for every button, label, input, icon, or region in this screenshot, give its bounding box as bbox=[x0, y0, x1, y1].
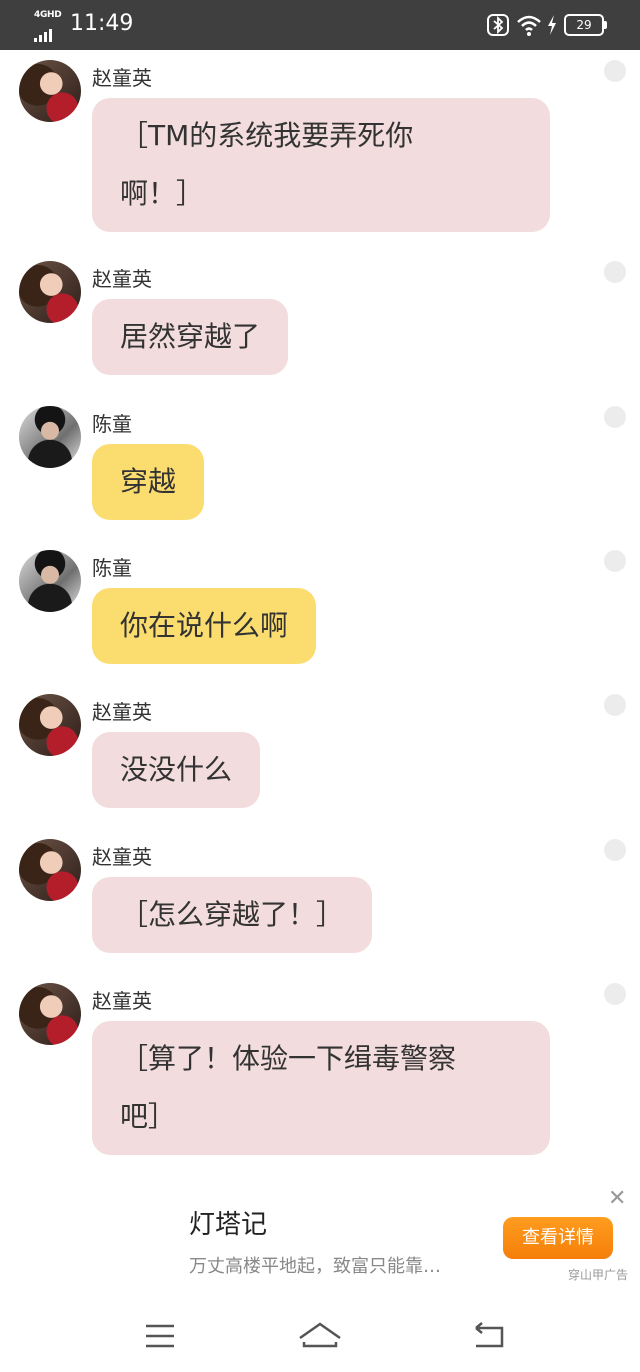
wifi-icon bbox=[516, 13, 541, 37]
ad-details-button[interactable]: 查看详情 bbox=[503, 1217, 613, 1259]
avatar[interactable] bbox=[19, 406, 81, 468]
close-icon[interactable]: ✕ bbox=[608, 1186, 626, 1211]
sender-name: 赵童英 bbox=[92, 66, 152, 90]
avatar[interactable] bbox=[19, 60, 81, 122]
status-time: 11:49 bbox=[70, 11, 134, 36]
avatar[interactable] bbox=[19, 983, 81, 1045]
select-circle[interactable] bbox=[604, 983, 626, 1005]
menu-icon[interactable] bbox=[138, 1314, 182, 1358]
sender-name: 赵童英 bbox=[92, 267, 152, 291]
sender-name: 赵童英 bbox=[92, 845, 152, 869]
status-bar: 4GHD 11:49 29 bbox=[0, 0, 640, 50]
ad-title: 灯塔记 bbox=[189, 1210, 268, 1240]
avatar[interactable] bbox=[19, 694, 81, 756]
select-circle[interactable] bbox=[604, 261, 626, 283]
message-bubble[interactable]: 你在说什么啊 bbox=[92, 588, 317, 664]
select-circle[interactable] bbox=[604, 550, 626, 572]
ad-description: 万丈高楼平地起，致富只能靠… bbox=[189, 1256, 441, 1277]
avatar[interactable] bbox=[19, 839, 81, 901]
message-bubble[interactable]: 没没什么 bbox=[92, 732, 261, 808]
bluetooth-icon bbox=[486, 13, 510, 37]
select-circle[interactable] bbox=[604, 406, 626, 428]
avatar[interactable] bbox=[19, 550, 81, 612]
select-circle[interactable] bbox=[604, 839, 626, 861]
message-line: 吧］ bbox=[120, 1100, 177, 1133]
home-icon[interactable] bbox=[298, 1314, 342, 1358]
message-line: ［算了！体验一下缉毒警察 bbox=[120, 1042, 457, 1075]
sender-name: 陈童 bbox=[92, 556, 132, 580]
navigation-bar bbox=[0, 1300, 640, 1372]
select-circle[interactable] bbox=[604, 60, 626, 82]
sender-name: 陈童 bbox=[92, 412, 132, 436]
message-line: ［TM的系统我要弄死你 bbox=[120, 119, 414, 152]
sender-name: 赵童英 bbox=[92, 989, 152, 1013]
message-bubble[interactable]: ［TM的系统我要弄死你 啊！］ bbox=[92, 98, 550, 232]
message-line: 啊！］ bbox=[120, 177, 205, 210]
sender-name: 赵童英 bbox=[92, 700, 152, 724]
ad-banner[interactable]: 灯塔记 万丈高楼平地起，致富只能靠… 查看详情 ✕ 穿山甲广告 bbox=[0, 1180, 640, 1290]
message-bubble[interactable]: ［算了！体验一下缉毒警察 吧］ bbox=[92, 1021, 550, 1155]
message-bubble[interactable]: 穿越 bbox=[92, 444, 205, 520]
select-circle[interactable] bbox=[604, 694, 626, 716]
back-icon[interactable] bbox=[466, 1314, 510, 1358]
message-bubble[interactable]: 居然穿越了 bbox=[92, 299, 289, 375]
message-bubble[interactable]: ［怎么穿越了！］ bbox=[92, 877, 373, 953]
signal-icon: 4GHD bbox=[34, 10, 62, 42]
charging-icon bbox=[546, 13, 558, 37]
ad-source-label: 穿山甲广告 bbox=[568, 1268, 629, 1282]
network-type: 4GHD bbox=[34, 10, 62, 20]
avatar[interactable] bbox=[19, 261, 81, 323]
battery-icon: 29 bbox=[564, 14, 607, 36]
